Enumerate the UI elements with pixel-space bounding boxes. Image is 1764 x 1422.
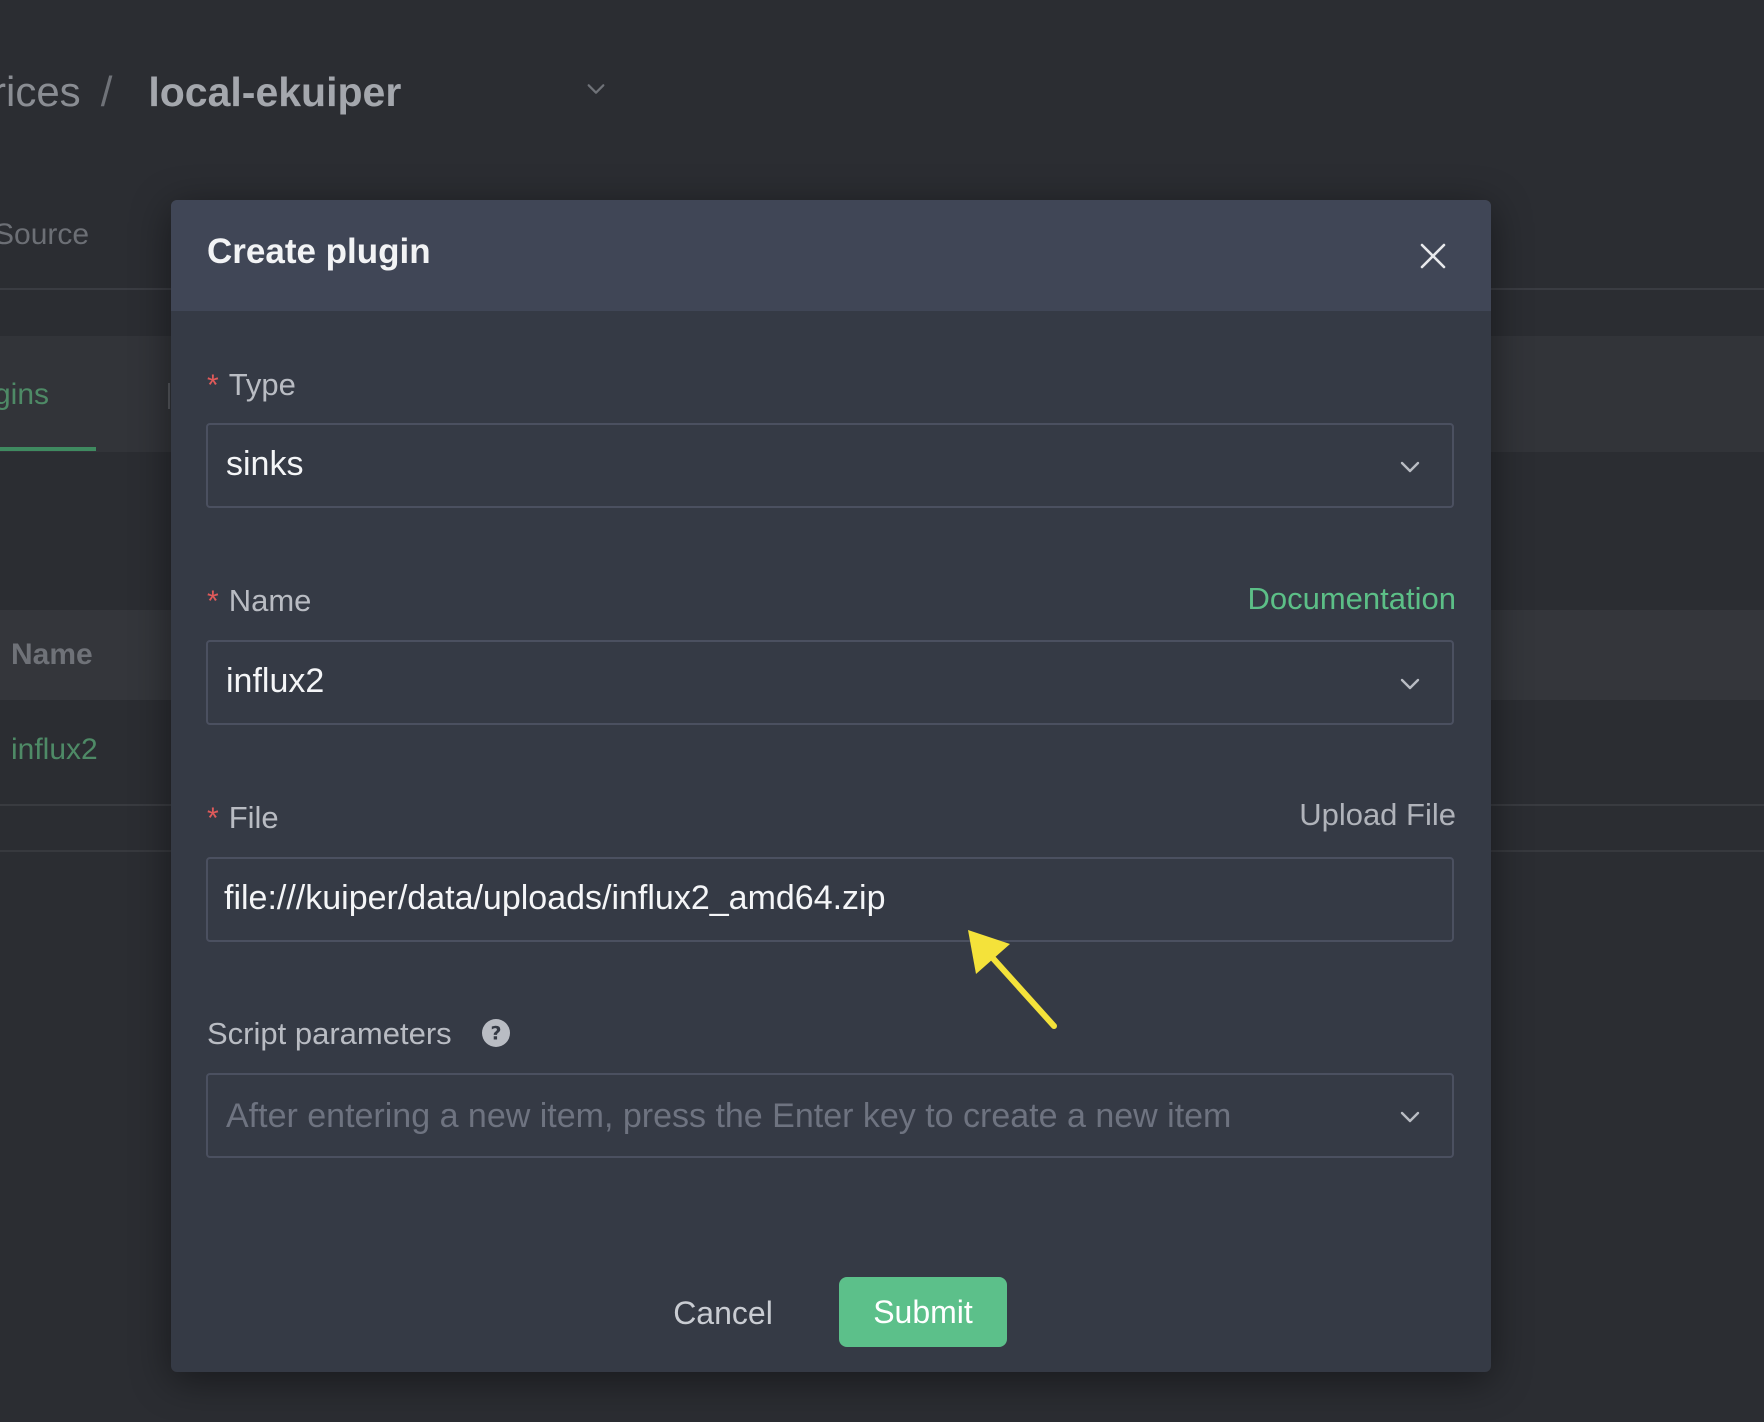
table-row-name-link[interactable]: influx2 bbox=[11, 733, 98, 767]
table-header-name: Name bbox=[11, 638, 93, 671]
dialog-header: Create plugin bbox=[171, 200, 1491, 311]
breadcrumb-separator: / bbox=[100, 68, 113, 115]
type-select[interactable]: sinks bbox=[206, 423, 1454, 508]
tab-source[interactable]: Source bbox=[0, 218, 89, 252]
name-label: * Name bbox=[207, 583, 311, 619]
chevron-down-icon bbox=[1400, 1111, 1420, 1123]
dialog-title: Create plugin bbox=[207, 232, 431, 271]
chevron-down-icon[interactable] bbox=[585, 78, 607, 100]
chevron-down-icon bbox=[1400, 461, 1420, 473]
breadcrumb-parent[interactable]: rices bbox=[0, 68, 81, 116]
name-select-value: influx2 bbox=[226, 662, 325, 700]
submit-button[interactable]: Submit bbox=[839, 1277, 1007, 1347]
file-input[interactable]: file:///kuiper/data/uploads/influx2_amd6… bbox=[206, 857, 1454, 942]
breadcrumb-current: local-ekuiper bbox=[148, 68, 402, 115]
required-mark: * bbox=[207, 369, 219, 402]
tab-plugins-underline bbox=[0, 447, 96, 451]
name-select[interactable]: influx2 bbox=[206, 640, 1454, 725]
type-label: * Type bbox=[207, 367, 296, 403]
cancel-button[interactable]: Cancel bbox=[658, 1279, 788, 1347]
question-circle-icon[interactable]: ? bbox=[481, 1018, 511, 1048]
name-label-text: Name bbox=[228, 583, 312, 618]
tab-plugins[interactable]: gins bbox=[0, 378, 49, 412]
close-icon[interactable] bbox=[1413, 236, 1453, 276]
file-input-value: file:///kuiper/data/uploads/influx2_amd6… bbox=[224, 879, 886, 917]
required-mark: * bbox=[207, 802, 219, 835]
type-select-value: sinks bbox=[226, 445, 304, 483]
create-plugin-dialog: Create plugin * Type sinks * Name Document… bbox=[171, 200, 1491, 1372]
svg-text:?: ? bbox=[490, 1023, 501, 1045]
breadcrumb: rices / local-ekuiper bbox=[0, 62, 401, 122]
file-label: * File bbox=[207, 800, 279, 836]
script-parameters-select[interactable]: After entering a new item, press the Ent… bbox=[206, 1073, 1454, 1158]
documentation-link[interactable]: Documentation bbox=[1247, 581, 1456, 617]
tab-separator bbox=[168, 383, 170, 409]
type-label-text: Type bbox=[228, 367, 296, 402]
upload-file-link[interactable]: Upload File bbox=[1299, 797, 1456, 833]
file-label-text: File bbox=[228, 800, 279, 835]
chevron-down-icon bbox=[1400, 678, 1420, 690]
required-mark: * bbox=[207, 585, 219, 618]
script-parameters-placeholder: After entering a new item, press the Ent… bbox=[226, 1097, 1232, 1135]
script-parameters-label: Script parameters bbox=[207, 1016, 452, 1051]
